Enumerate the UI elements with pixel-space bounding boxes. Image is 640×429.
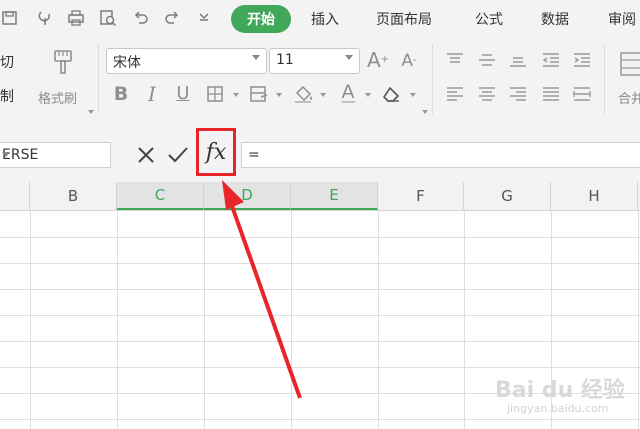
tab-start-label: 开始 (247, 12, 275, 28)
format-painter-icon[interactable] (50, 48, 76, 76)
tab-page-layout[interactable]: 页面布局 (376, 9, 432, 29)
chevron-down-icon[interactable] (365, 93, 371, 97)
tab-review[interactable]: 审阅 (608, 9, 636, 29)
chevron-down-icon[interactable] (252, 55, 260, 60)
tab-insert[interactable]: 插入 (311, 9, 339, 29)
merge-label: 合并 (618, 92, 640, 107)
chevron-down-icon[interactable] (276, 93, 282, 97)
watermark-url: jingyan.baidu.com (507, 402, 609, 415)
column-header-d[interactable]: D (204, 182, 291, 210)
tab-start[interactable]: 开始 (231, 5, 291, 33)
column-header-g[interactable]: G (464, 182, 551, 210)
insert-function-button[interactable]: fx (196, 128, 236, 176)
italic-icon[interactable]: I (141, 83, 163, 105)
column-header-b[interactable]: B (30, 182, 117, 210)
chevron-down-icon[interactable] (233, 93, 239, 97)
grid-line (0, 263, 640, 264)
grid-line (291, 211, 292, 429)
align-center-icon[interactable] (476, 83, 498, 105)
font-color-icon[interactable]: A (337, 82, 359, 104)
grid-line (117, 211, 118, 429)
grid-line (204, 211, 205, 429)
distribute-icon[interactable] (571, 83, 593, 105)
underline-icon[interactable]: U (172, 83, 194, 105)
close-icon (138, 147, 154, 163)
print-preview-icon[interactable] (35, 8, 55, 28)
watermark: Bai du 经验 jingyan.baidu.com (495, 372, 630, 422)
ribbon-home: 剪切 复制 格式刷 宋体 11 A+ A- B I U A (0, 38, 640, 120)
chevron-down-icon[interactable] (345, 55, 353, 60)
undo-icon[interactable] (131, 8, 151, 28)
font-size-value: 11 (276, 52, 294, 68)
tab-formulas[interactable]: 公式 (475, 9, 503, 29)
increase-font-icon[interactable]: A + (367, 49, 389, 71)
grid-line (0, 367, 640, 368)
name-box[interactable]: ERSE (0, 142, 111, 168)
quick-access-menu-bar: 开始 插入 页面布局 公式 数据 审阅 (0, 0, 640, 38)
justify-icon[interactable] (540, 83, 562, 105)
merge-center-icon[interactable] (618, 50, 640, 78)
grid-line (0, 237, 640, 238)
formula-bar: ERSE fx = (0, 120, 640, 182)
align-middle-icon[interactable] (476, 49, 498, 71)
formula-input[interactable]: = (241, 142, 640, 168)
check-icon (168, 147, 188, 163)
borders-icon[interactable] (204, 83, 226, 105)
cut-button[interactable]: 剪切 (0, 52, 14, 72)
column-header-stub[interactable] (0, 182, 30, 210)
watermark-logo: Bai du 经验 (495, 378, 625, 403)
align-bottom-icon[interactable] (507, 49, 529, 71)
align-top-icon[interactable] (444, 49, 466, 71)
grid-line (378, 211, 379, 429)
grid-line (0, 315, 640, 316)
fx-label: fx (205, 139, 227, 165)
grid-line (0, 341, 640, 342)
bold-icon[interactable]: B (110, 83, 132, 105)
format-painter-label: 格式刷 (38, 92, 78, 107)
increase-indent-icon[interactable] (571, 49, 593, 71)
grid-line (464, 211, 465, 429)
fill-color-icon[interactable] (293, 83, 315, 105)
preview-icon[interactable] (98, 8, 118, 28)
ribbon-separator (98, 44, 99, 114)
column-header-c[interactable]: C (117, 182, 204, 210)
grid-line (0, 289, 640, 290)
column-header-row: B C D E F G H (0, 182, 640, 211)
chevron-down-icon[interactable] (2, 152, 10, 157)
cell-style-icon[interactable] (248, 83, 270, 105)
decrease-font-icon[interactable]: A- (398, 50, 420, 72)
chevron-down-icon[interactable] (410, 93, 416, 97)
cancel-formula-button[interactable] (134, 143, 158, 167)
font-size-combo[interactable]: 11 (269, 48, 360, 74)
formula-value: = (248, 147, 260, 163)
grid-line (638, 211, 639, 429)
customize-dropdown-icon[interactable] (194, 8, 214, 28)
ribbon-separator (432, 44, 433, 114)
decrease-indent-icon[interactable] (540, 49, 562, 71)
ribbon-separator (604, 44, 605, 114)
font-name-combo[interactable]: 宋体 (106, 48, 267, 74)
tab-data[interactable]: 数据 (541, 9, 569, 29)
align-left-icon[interactable] (444, 83, 466, 105)
font-launcher-icon[interactable] (422, 110, 428, 114)
column-header-f[interactable]: F (378, 182, 464, 210)
clipboard-launcher-icon[interactable] (88, 110, 94, 114)
font-name-value: 宋体 (113, 55, 141, 71)
confirm-formula-button[interactable] (166, 143, 190, 167)
chevron-down-icon[interactable] (320, 93, 326, 97)
save-icon[interactable] (0, 8, 20, 28)
grid-line (30, 211, 31, 429)
clear-format-icon[interactable] (382, 83, 404, 105)
column-header-e[interactable]: E (291, 182, 378, 210)
redo-icon[interactable] (162, 8, 182, 28)
align-right-icon[interactable] (507, 83, 529, 105)
copy-button[interactable]: 复制 (0, 86, 14, 106)
print-icon[interactable] (66, 8, 86, 28)
column-header-h[interactable]: H (551, 182, 638, 210)
